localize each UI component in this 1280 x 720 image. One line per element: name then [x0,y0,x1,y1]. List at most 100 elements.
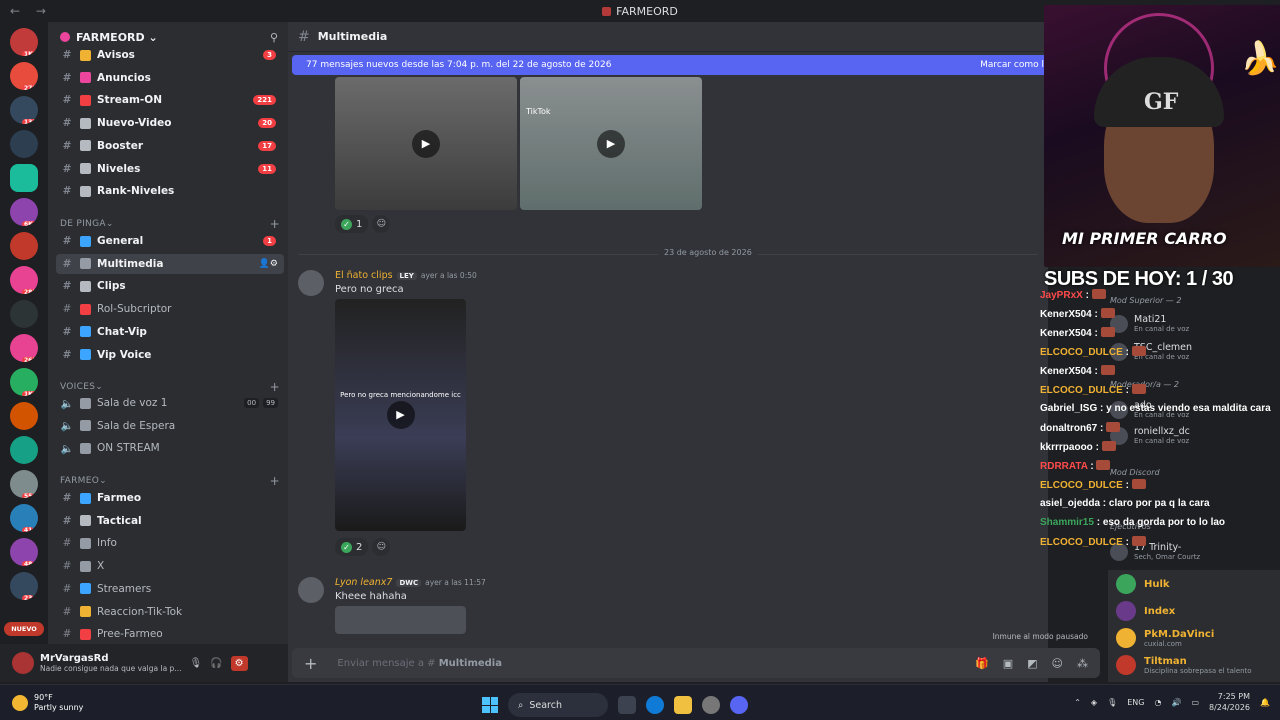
avatar[interactable] [12,652,34,674]
server-icon[interactable]: 41 [10,504,38,532]
add-attachment-icon[interactable]: + [304,654,317,673]
channel-item[interactable]: # Niveles 11 [56,159,284,179]
new-badge[interactable]: NUEVO [4,622,44,636]
server-icon[interactable]: 130 [10,96,38,124]
server-icon[interactable]: 283 [10,266,38,294]
video-attachment[interactable]: TikTok ▶ [520,77,702,210]
task-view-icon[interactable] [618,696,636,714]
server-icon[interactable]: 1K+ [10,28,38,56]
channel-item[interactable]: # Anuncios [56,68,284,88]
user-info[interactable]: MrVargasRd Nadie consigue nada que valga… [40,653,181,673]
video-attachment[interactable]: ▶ [335,77,517,210]
channel-item[interactable]: # Avisos 3 [56,45,284,65]
member-item[interactable]: Index [1116,601,1175,621]
member-item[interactable]: Tiltman Disciplina sobrepasa el talento [1116,655,1252,675]
add-channel-icon[interactable]: + [270,217,280,231]
server-icon[interactable] [10,436,38,464]
channel-item[interactable]: 🔈 ON STREAM [56,438,284,458]
avatar[interactable] [298,270,324,296]
reaction-check[interactable]: ✓ 2 [335,538,369,556]
channel-item[interactable]: # Booster 17 [56,136,284,156]
invite-icon[interactable]: ⚲ [270,31,278,44]
server-icon[interactable]: 1K+ [10,368,38,396]
channel-item[interactable]: 🔈 Sala de voz 1 00 99 [56,393,284,413]
notification-icon[interactable]: 🔔 [1260,698,1270,707]
channel-item[interactable]: # Rank-Niveles [56,181,284,201]
member-item[interactable]: PkM.DaVinci cuxial.com [1116,628,1214,648]
server-icon[interactable] [10,232,38,260]
gift-icon[interactable]: 🎁 [975,657,989,670]
channel-item[interactable]: # Stream-ON 221 [56,90,284,110]
edge-icon[interactable] [646,696,664,714]
network-icon[interactable]: ◈ [1091,698,1097,707]
video-attachment[interactable]: Pero no greca mencionandome icc ▶ [335,299,466,531]
volume-icon[interactable]: 🔊 [1171,698,1181,707]
member-item[interactable]: Hulk [1116,574,1170,594]
battery-icon[interactable]: ▭ [1191,698,1199,707]
server-icon[interactable]: 48 [10,538,38,566]
image-attachment[interactable] [335,606,466,634]
server-icon[interactable] [10,164,38,192]
composer-placeholder[interactable]: Enviar mensaje a # Multimedia [337,658,502,669]
channel-item[interactable]: # Streamers [56,579,284,599]
server-icon[interactable]: 279 [10,62,38,90]
play-icon[interactable]: ▶ [412,129,440,158]
channel-category[interactable]: DE PINGA ⌄ + [60,217,280,231]
microphone-icon[interactable]: 🎙 [1107,698,1117,707]
emoji-icon[interactable]: ☺ [1052,657,1063,670]
server-icon[interactable]: 23 [10,572,38,600]
apps-icon[interactable]: ⁂ [1077,657,1088,670]
chevron-up-icon[interactable]: ⌃ [1074,698,1081,707]
channel-settings-icon[interactable]: 👤⚙ [259,259,278,269]
server-icon[interactable]: 55 [10,470,38,498]
channel-item[interactable]: # Clips [56,276,284,296]
server-icon[interactable] [10,130,38,158]
channel-item[interactable]: # Rol-Subcriptor [56,299,284,319]
add-reaction-icon[interactable]: ☺ [372,215,391,233]
reaction-check[interactable]: ✓ 1 [335,215,369,233]
add-reaction-icon[interactable]: ☺ [372,538,391,556]
avatar[interactable] [298,577,324,603]
mark-as-read-button[interactable]: Marcar como l [980,60,1044,70]
windows-start-icon[interactable] [482,697,498,713]
channel-item[interactable]: 🔈 Sala de Espera [56,416,284,436]
server-icon[interactable]: 6K+ [10,198,38,226]
wifi-icon[interactable]: ◔ [1154,698,1161,707]
server-icon[interactable] [10,300,38,328]
add-channel-icon[interactable]: + [270,380,280,394]
gif-icon[interactable]: ▣ [1003,657,1013,670]
microphone-icon[interactable]: 🎙 [189,658,202,669]
app-icon[interactable] [702,696,720,714]
clock[interactable]: 7:25 PM 8/24/2026 [1209,691,1250,713]
add-channel-icon[interactable]: + [270,474,280,488]
play-icon[interactable]: ▶ [386,401,415,429]
channel-item[interactable]: # Multimedia 👤⚙ [56,253,284,274]
channel-item[interactable]: # Nuevo-Video 20 [56,113,284,133]
channel-item[interactable]: # General 1 [56,231,284,251]
channel-item[interactable]: # X [56,556,284,576]
channel-item[interactable]: # Pree-Farmeo [56,624,284,644]
new-messages-banner[interactable]: 77 mensajes nuevos desde las 7:04 p. m. … [292,55,1048,75]
headphones-icon[interactable]: 🎧 [210,658,222,669]
channel-item[interactable]: # Tactical [56,511,284,531]
channel-category[interactable]: VOICES ⌄ + [60,380,280,394]
taskbar-search[interactable]: ⌕ Search [508,693,608,717]
discord-icon[interactable] [730,696,748,714]
file-explorer-icon[interactable] [674,696,692,714]
weather-widget[interactable]: 90°F Partly sunny [12,693,83,713]
message-author[interactable]: El ñato clips [335,270,393,281]
channel-item[interactable]: # Vip Voice [56,345,284,365]
channel-category[interactable]: FARMEO ⌄ + [60,474,280,488]
message-author[interactable]: Lyon leanx7 [335,577,392,588]
sticker-icon[interactable]: ◩ [1027,657,1037,670]
gear-icon[interactable]: ⚙ [230,655,248,671]
server-icon[interactable] [10,402,38,430]
play-icon[interactable]: ▶ [597,129,625,158]
channel-item[interactable]: # Chat-Vip [56,322,284,342]
channel-item[interactable]: # Info [56,533,284,553]
language-indicator[interactable]: ENG [1127,698,1144,707]
channel-item[interactable]: # Reaccion-Tik-Tok [56,602,284,622]
message-composer[interactable]: + Enviar mensaje a # Multimedia 🎁 ▣ ◩ ☺ … [292,648,1100,678]
channel-item[interactable]: # Farmeo [56,488,284,508]
server-icon[interactable]: 263 [10,334,38,362]
